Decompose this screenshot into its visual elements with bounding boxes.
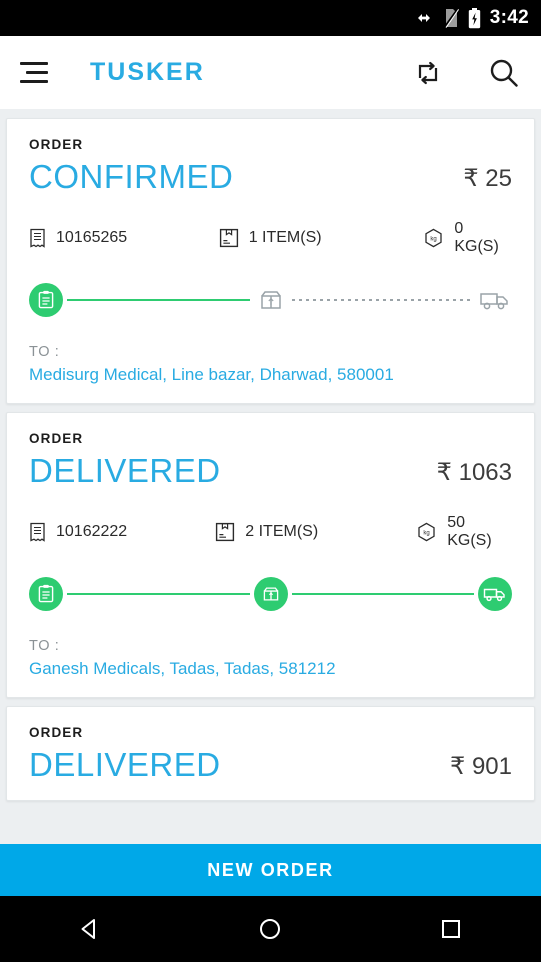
- order-status-row: CONFIRMED ₹ 25: [29, 158, 512, 196]
- receipt-icon: [29, 228, 46, 248]
- order-amount: ₹ 1063: [436, 458, 512, 486]
- delivery-address[interactable]: Ganesh Medicals, Tadas, Tadas, 581212: [29, 658, 512, 681]
- order-status-row: DELIVERED ₹ 1063: [29, 452, 512, 490]
- order-number-group: 10165265: [29, 228, 219, 248]
- weight-value: 50 KG(S): [447, 513, 492, 549]
- order-card[interactable]: ORDER CONFIRMED ₹ 25 10165265 1 ITEM(S) …: [6, 118, 535, 404]
- order-number-group: 10162222: [29, 522, 215, 542]
- order-number: 10165265: [56, 228, 128, 246]
- progress-step-ordered-icon: [29, 576, 63, 611]
- progress-step-packed-icon: [254, 283, 288, 317]
- svg-text:kg: kg: [424, 530, 430, 536]
- items-count-group: 1 ITEM(S): [219, 228, 424, 248]
- order-number: 10162222: [56, 522, 128, 540]
- order-label: ORDER: [29, 724, 84, 740]
- order-card[interactable]: ORDER DELIVERED ₹ 1063 10162222 2 ITEM(S…: [6, 411, 535, 698]
- search-icon[interactable]: [487, 56, 521, 90]
- order-progress-tracker: [29, 576, 512, 612]
- app-title: TUSKER: [90, 58, 205, 86]
- battery-charging-icon: [468, 7, 481, 29]
- app-toolbar: TUSKER: [0, 36, 541, 110]
- weight-icon: kg: [423, 228, 444, 248]
- usb-data-icon: [413, 10, 435, 26]
- progress-step-ordered-icon: [29, 282, 63, 317]
- weight-icon: kg: [416, 522, 437, 542]
- status-bar: 3:42: [0, 0, 541, 36]
- weight-value: 0 KG(S): [454, 219, 499, 255]
- order-amount: ₹ 901: [450, 752, 512, 780]
- back-triangle-icon[interactable]: [50, 896, 130, 962]
- android-nav-bar: [0, 896, 541, 962]
- order-meta-row: 10162222 2 ITEM(S) kg 50 KG(S): [29, 514, 512, 550]
- toolbar-actions: [413, 56, 521, 90]
- progress-step-shipped-icon: [478, 576, 512, 611]
- progress-segment: [67, 592, 250, 595]
- repeat-refresh-icon[interactable]: [413, 58, 443, 88]
- order-status: CONFIRMED: [29, 158, 234, 195]
- delivery-address[interactable]: Medisurg Medical, Line bazar, Dharwad, 5…: [29, 364, 512, 387]
- progress-segment: [291, 298, 474, 301]
- order-label: ORDER: [29, 430, 84, 446]
- order-card[interactable]: ORDER DELIVERED ₹ 901: [6, 705, 535, 801]
- progress-step-packed-icon: [253, 576, 288, 611]
- status-bar-clock: 3:42: [489, 7, 529, 28]
- package-box-icon: [219, 228, 239, 248]
- items-count: 2 ITEM(S): [245, 522, 319, 540]
- hamburger-menu-icon[interactable]: [20, 60, 54, 86]
- no-sim-icon: [443, 8, 459, 28]
- order-status: DELIVERED: [29, 451, 221, 489]
- progress-step-shipped-icon: [478, 283, 512, 317]
- order-status-row: DELIVERED ₹ 901: [29, 746, 512, 784]
- order-status: DELIVERED: [29, 745, 221, 783]
- progress-segment: [291, 592, 474, 595]
- receipt-icon: [29, 522, 46, 542]
- package-box-icon: [215, 522, 235, 542]
- phone-screen: 3:42 TUSKER ORDER CONFIRMED ₹ 25 1016526…: [0, 0, 541, 962]
- orders-list[interactable]: ORDER CONFIRMED ₹ 25 10165265 1 ITEM(S) …: [0, 110, 541, 896]
- to-label: TO :: [29, 637, 60, 654]
- svg-text:kg: kg: [431, 236, 437, 242]
- items-count: 1 ITEM(S): [248, 228, 322, 246]
- home-circle-icon[interactable]: [230, 896, 310, 962]
- order-progress-tracker: [29, 282, 512, 318]
- weight-group: kg 0 KG(S): [423, 220, 512, 256]
- new-order-button[interactable]: NEW ORDER: [0, 844, 541, 896]
- to-label: TO :: [29, 343, 60, 360]
- progress-segment: [67, 298, 250, 301]
- recents-square-icon[interactable]: [411, 896, 491, 962]
- order-amount: ₹ 25: [463, 164, 512, 192]
- items-count-group: 2 ITEM(S): [215, 522, 416, 542]
- weight-group: kg 50 KG(S): [416, 514, 512, 550]
- order-label: ORDER: [29, 137, 84, 152]
- order-meta-row: 10165265 1 ITEM(S) kg 0 KG(S): [29, 220, 512, 256]
